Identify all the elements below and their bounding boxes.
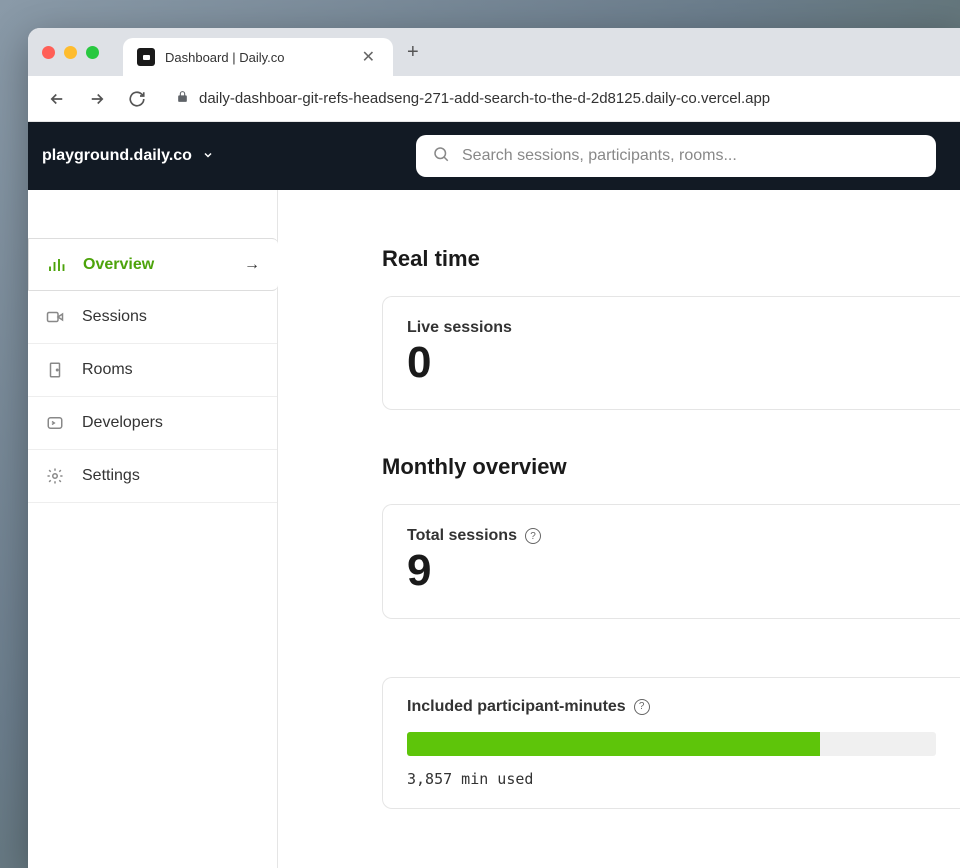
- forward-button[interactable]: [82, 84, 112, 114]
- search-icon: [432, 145, 450, 168]
- maximize-window-button[interactable]: [86, 46, 99, 59]
- chart-icon: [47, 256, 67, 274]
- live-sessions-card: Live sessions 0: [382, 296, 960, 410]
- participant-minutes-label-text: Included participant-minutes: [407, 698, 626, 716]
- arrow-right-icon: →: [244, 256, 260, 274]
- monthly-heading: Monthly overview: [382, 454, 960, 480]
- progress-fill: [407, 732, 820, 756]
- app-container: playground.daily.co: [28, 122, 960, 868]
- main-content: Real time Live sessions 0 Monthly overvi…: [278, 190, 960, 868]
- reload-button[interactable]: [122, 84, 152, 114]
- realtime-heading: Real time: [382, 246, 960, 272]
- video-icon: [46, 308, 66, 326]
- total-sessions-label: Total sessions ?: [407, 527, 936, 545]
- total-sessions-value: 9: [407, 547, 936, 595]
- browser-tab[interactable]: Dashboard | Daily.co ✕: [123, 38, 393, 76]
- minimize-window-button[interactable]: [64, 46, 77, 59]
- sidebar-item-label: Developers: [82, 414, 163, 432]
- minutes-used-text: 3,857 min used: [407, 770, 936, 788]
- close-window-button[interactable]: [42, 46, 55, 59]
- url-text: daily-dashboar-git-refs-headseng-271-add…: [199, 90, 770, 107]
- search-box[interactable]: [416, 135, 936, 177]
- sidebar-item-sessions[interactable]: Sessions: [28, 291, 277, 344]
- app-body: Overview → Sessions Rooms: [28, 190, 960, 868]
- browser-window: Dashboard | Daily.co ✕ + daily-dashboar-…: [28, 28, 960, 868]
- door-icon: [46, 361, 66, 379]
- address-bar: daily-dashboar-git-refs-headseng-271-add…: [28, 76, 960, 122]
- close-tab-button[interactable]: ✕: [358, 47, 379, 67]
- live-sessions-value: 0: [407, 339, 936, 387]
- tab-bar: Dashboard | Daily.co ✕ +: [28, 28, 960, 76]
- participant-minutes-card: Included participant-minutes ? 3,857 min…: [382, 677, 960, 809]
- sidebar-item-settings[interactable]: Settings: [28, 450, 277, 503]
- domain-selector[interactable]: playground.daily.co: [42, 147, 214, 165]
- sidebar-item-overview[interactable]: Overview →: [28, 238, 278, 291]
- total-sessions-label-text: Total sessions: [407, 527, 517, 545]
- url-field[interactable]: daily-dashboar-git-refs-headseng-271-add…: [162, 83, 946, 115]
- total-sessions-card: Total sessions ? 9: [382, 504, 960, 618]
- sidebar-item-developers[interactable]: Developers: [28, 397, 277, 450]
- info-icon[interactable]: ?: [634, 699, 650, 715]
- gear-icon: [46, 467, 66, 485]
- participant-minutes-label: Included participant-minutes ?: [407, 698, 936, 716]
- search-input[interactable]: [462, 147, 920, 165]
- favicon-icon: [137, 48, 155, 66]
- live-sessions-label: Live sessions: [407, 319, 936, 337]
- back-button[interactable]: [42, 84, 72, 114]
- sidebar-item-label: Settings: [82, 467, 140, 485]
- search-container: [416, 135, 936, 177]
- info-icon[interactable]: ?: [525, 528, 541, 544]
- terminal-icon: [46, 414, 66, 432]
- lock-icon: [176, 90, 189, 107]
- sidebar-item-label: Overview: [83, 256, 154, 274]
- top-bar: playground.daily.co: [28, 122, 960, 190]
- sidebar: Overview → Sessions Rooms: [28, 190, 278, 868]
- chevron-down-icon: [202, 149, 214, 164]
- sidebar-item-label: Rooms: [82, 361, 133, 379]
- domain-label: playground.daily.co: [42, 147, 192, 165]
- progress-bar: [407, 732, 936, 756]
- tab-title: Dashboard | Daily.co: [165, 50, 348, 65]
- sidebar-item-rooms[interactable]: Rooms: [28, 344, 277, 397]
- new-tab-button[interactable]: +: [393, 41, 433, 64]
- traffic-lights: [42, 46, 99, 59]
- sidebar-item-label: Sessions: [82, 308, 147, 326]
